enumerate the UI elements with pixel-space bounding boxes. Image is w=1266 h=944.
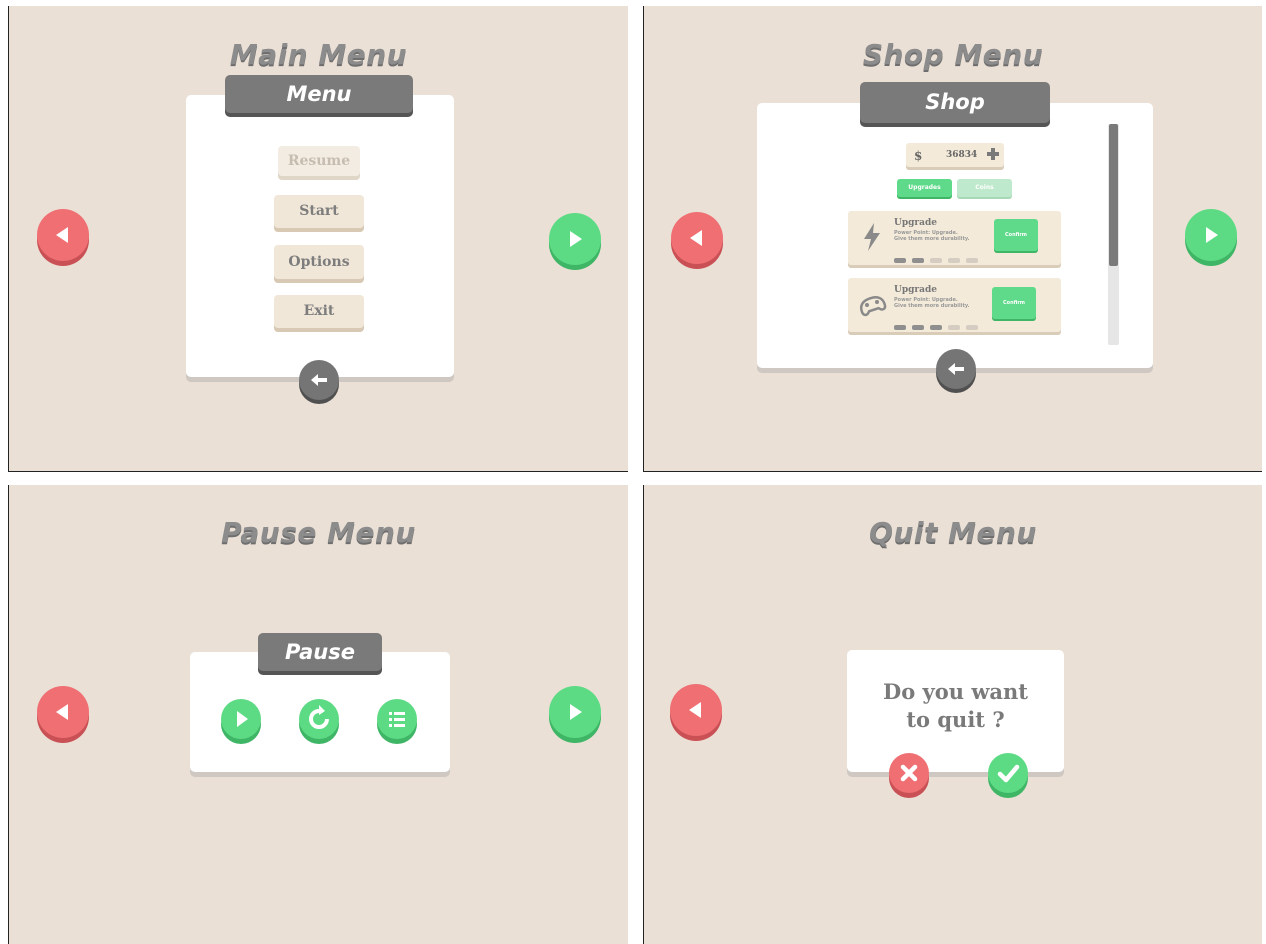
plus-icon[interactable] [984,145,1002,163]
level-segment [930,258,942,263]
back-button[interactable] [936,349,976,389]
level-segment [912,258,924,263]
level-segment [912,325,924,330]
shop-header: Shop [860,82,1050,123]
shop-item: Upgrade Power Point: Upgrade. Give them … [848,278,1061,332]
currency-amount: 36834 [946,150,978,160]
arrow-left-icon [56,227,68,243]
currency-symbol: $ [914,149,923,163]
item-level-bar [894,315,984,334]
confirm-button[interactable]: Confirm [992,287,1036,319]
exit-button[interactable]: Exit [274,295,364,328]
level-segment [930,325,942,330]
arrow-right-icon [570,231,582,247]
arrow-left-icon [690,230,702,246]
resume-button[interactable]: Resume [278,146,360,176]
back-button[interactable] [299,360,339,400]
next-button[interactable] [1185,209,1237,261]
cancel-button[interactable] [889,753,929,793]
options-button[interactable]: Options [274,245,364,279]
menu-card [186,95,454,377]
level-segment [966,325,978,330]
next-button[interactable] [549,686,601,738]
arrow-right-icon [570,704,582,720]
quit-question-line2: to quit ? [906,707,1005,732]
shop-item: Upgrade Power Point: Upgrade. Give them … [848,211,1061,265]
currency-display: $ 36834 [906,143,1004,167]
quit-dialog-card: Do you want to quit ? [847,650,1064,772]
tab-upgrades[interactable]: Upgrades [897,179,952,197]
item-description: Give them more durability. [894,303,970,309]
pause-header: Pause [258,633,382,671]
prev-button[interactable] [671,212,723,264]
scrollbar-track[interactable] [1108,124,1119,345]
check-icon [997,764,1020,783]
item-level-bar [894,248,984,267]
gamepad-icon [859,296,887,317]
level-segment [948,258,960,263]
quit-menu-title: Quit Menu [869,516,1037,549]
back-arrow-icon [948,363,964,375]
scrollbar-thumb[interactable] [1109,124,1118,266]
back-arrow-icon [311,374,327,386]
main-menu-title: Main Menu [229,38,408,71]
restart-button[interactable] [299,699,339,739]
quit-question-line1: Do you want [883,679,1028,704]
prev-button[interactable] [37,209,89,261]
lightning-icon [864,223,880,251]
arrow-left-icon [56,704,68,720]
level-segment [948,325,960,330]
pause-menu-title: Pause Menu [221,516,416,549]
main-menu-panel: Main Menu Menu Resume Start Options Exit [8,6,628,472]
list-icon [389,712,405,727]
level-segment [894,325,906,330]
pause-menu-panel: Pause Menu Pause [8,485,628,944]
arrow-left-icon [689,702,701,718]
confirm-button[interactable] [988,753,1028,793]
shop-menu-panel: Shop Menu Shop $ 36834 Upgrades Coins Up… [643,6,1262,472]
prev-button[interactable] [670,684,722,736]
item-title: Upgrade [894,218,938,228]
level-segment [894,258,906,263]
play-icon [237,711,248,727]
item-title: Upgrade [894,285,938,295]
next-button[interactable] [549,213,601,265]
arrow-right-icon [1206,227,1218,243]
prev-button[interactable] [37,686,89,738]
tab-coins[interactable]: Coins [957,179,1012,197]
shop-menu-title: Shop Menu [862,38,1044,71]
menu-header: Menu [225,75,413,113]
close-icon [900,764,918,782]
menu-button[interactable] [377,699,417,739]
confirm-button[interactable]: Confirm [994,219,1038,251]
resume-button[interactable] [221,699,261,739]
level-segment [966,258,978,263]
restart-icon [309,705,329,729]
item-description: Give them more durability. [894,236,970,242]
quit-menu-panel: Quit Menu Do you want to quit ? [643,485,1262,944]
start-button[interactable]: Start [274,195,364,228]
